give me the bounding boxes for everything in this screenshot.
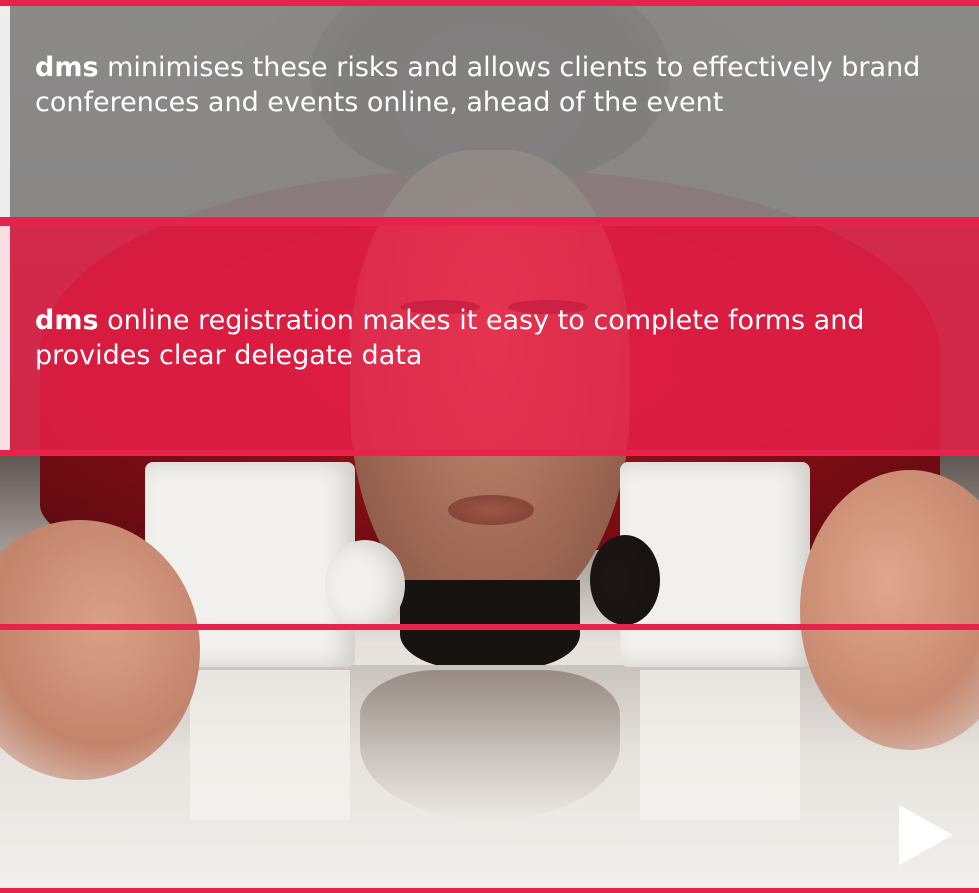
bottom-divider xyxy=(0,888,979,893)
risk-statement-text: minimises these risks and allows clients… xyxy=(35,52,921,118)
photo-divider-upper xyxy=(0,450,979,456)
puzzle-piece-left-tab xyxy=(325,540,405,630)
risk-statement: dms minimises these risks and allows cli… xyxy=(35,50,935,120)
photo-divider-lower xyxy=(0,624,979,630)
registration-statement: dms online registration makes it easy to… xyxy=(35,303,935,373)
play-triangle-icon xyxy=(899,805,953,865)
next-slide-button[interactable] xyxy=(896,804,956,866)
photo-left-piece-reflection xyxy=(190,670,350,820)
brand-name: dms xyxy=(35,305,99,336)
brand-name: dms xyxy=(35,52,99,83)
puzzle-piece-right-notch xyxy=(590,535,660,625)
registration-statement-text: online registration makes it easy to com… xyxy=(35,305,865,371)
top-divider xyxy=(0,0,979,6)
photo-right-piece-reflection xyxy=(640,670,800,820)
slide: dms minimises these risks and allows cli… xyxy=(0,0,979,893)
photo-reflection xyxy=(360,670,620,820)
photo-lips xyxy=(448,495,534,525)
band-divider xyxy=(0,217,979,226)
